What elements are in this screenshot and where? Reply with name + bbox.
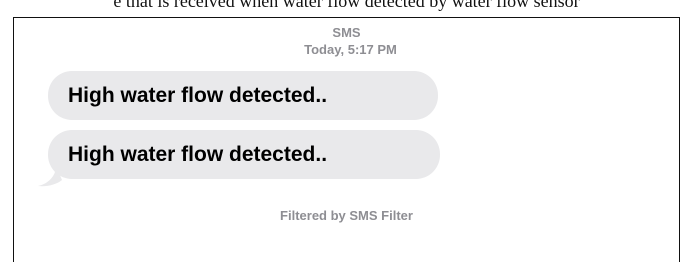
message-timestamp: Today, 5:17 PM: [304, 42, 397, 57]
message-text: High water flow detected..: [68, 142, 328, 166]
message-text: High water flow detected..: [68, 83, 328, 107]
message-bubble[interactable]: High water flow detected..: [48, 130, 440, 179]
message-bubble[interactable]: High water flow detected..: [48, 71, 438, 120]
sms-conversation-screenshot: SMS Today, 5:17 PM High water flow detec…: [13, 17, 680, 262]
filter-notice: Filtered by SMS Filter: [280, 208, 413, 223]
figure-caption: e that is received when water flow detec…: [113, 0, 580, 11]
thread-header: SMS Today, 5:17 PM: [14, 24, 679, 58]
service-label: SMS: [332, 25, 361, 40]
bubble-tail-icon: [38, 166, 62, 187]
